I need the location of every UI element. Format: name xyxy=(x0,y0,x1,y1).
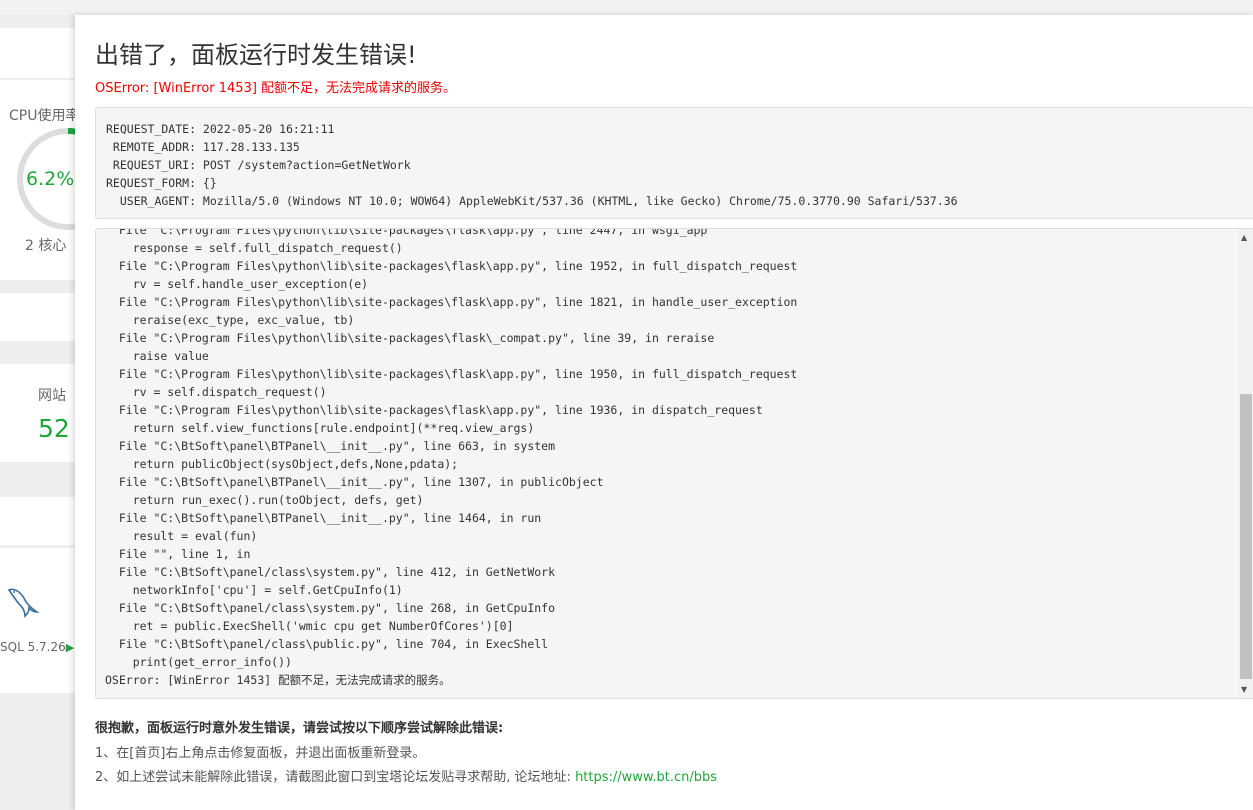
request-form: REQUEST_FORM: {} xyxy=(106,176,217,190)
traceback-scrollbar[interactable]: ▲ ▼ xyxy=(1238,229,1253,698)
cpu-usage-value: 6.2% xyxy=(26,168,75,190)
traceback-line: File "C:\BtSoft\panel\BTPanel\__init__.p… xyxy=(105,511,542,525)
mysql-version-label[interactable]: SQL 5.7.26▶ xyxy=(0,640,74,654)
traceback-line: rv = self.dispatch_request() xyxy=(105,385,327,399)
mysql-version-text: SQL 5.7.26 xyxy=(0,640,66,654)
remote-addr: REMOTE_ADDR: 117.28.133.135 xyxy=(106,140,300,154)
top-bar xyxy=(0,0,1253,14)
cpu-cores-label: 2 核心 xyxy=(25,238,67,254)
traceback-line: File "C:\BtSoft\panel\BTPanel\__init__.p… xyxy=(105,439,556,453)
error-message: OSError: [WinError 1453] 配额不足，无法完成请求的服务。 xyxy=(95,81,457,96)
request-uri: REQUEST_URI: POST /system?action=GetNetW… xyxy=(106,158,411,172)
user-agent: USER_AGENT: Mozilla/5.0 (Windows NT 10.0… xyxy=(106,194,958,208)
request-info-box: REQUEST_DATE: 2022-05-20 16:21:11 REMOTE… xyxy=(95,107,1253,219)
traceback-line: File "C:\Program Files\python\lib\site-p… xyxy=(105,403,763,417)
traceback-line: rv = self.handle_user_exception(e) xyxy=(105,277,369,291)
scrollbar-thumb[interactable] xyxy=(1240,394,1252,679)
dashboard-card xyxy=(0,28,76,78)
forum-link[interactable]: https://www.bt.cn/bbs xyxy=(575,770,717,785)
dashboard-card xyxy=(0,497,76,545)
site-label: 网站 xyxy=(38,388,66,404)
help-step-1: 1、在[首页]右上角点击修复面板，并退出面板重新登录。 xyxy=(95,746,426,761)
request-date: REQUEST_DATE: 2022-05-20 16:21:11 xyxy=(106,122,335,136)
traceback-line: File "C:\BtSoft\panel/class\system.py", … xyxy=(105,601,556,615)
help-title: 很抱歉，面板运行时意外发生错误，请尝试按以下顺序尝试解除此错误: xyxy=(95,721,504,736)
error-panel: 出错了，面板运行时发生错误! OSError: [WinError 1453] … xyxy=(75,15,1253,810)
traceback-line: File "C:\BtSoft\panel\BTPanel\__init__.p… xyxy=(105,475,604,489)
traceback-line: networkInfo['cpu'] = self.GetCpuInfo(1) xyxy=(105,583,403,597)
site-card[interactable] xyxy=(0,364,76,462)
scroll-down-arrow-icon[interactable]: ▼ xyxy=(1241,685,1247,694)
error-title: 出错了，面板运行时发生错误! xyxy=(95,41,417,69)
traceback-line: ret = public.ExecShell('wmic cpu get Num… xyxy=(105,619,514,633)
play-icon[interactable]: ▶ xyxy=(66,641,74,654)
traceback-line: File "C:\Program Files\python\lib\site-p… xyxy=(105,259,798,273)
site-count[interactable]: 52 xyxy=(38,414,70,443)
cpu-usage-title: CPU使用率 xyxy=(9,108,79,124)
traceback-text: File "C:\Program Files\python\lib\site-p… xyxy=(105,228,798,689)
dashboard-card xyxy=(0,293,76,341)
traceback-line: return self.view_functions[rule.endpoint… xyxy=(105,421,535,435)
traceback-line: return publicObject(sysObject,defs,None,… xyxy=(105,457,459,471)
traceback-line: OSError: [WinError 1453] 配额不足，无法完成请求的服务。 xyxy=(105,673,451,687)
traceback-line: File "C:\Program Files\python\lib\site-p… xyxy=(105,367,798,381)
mysql-dolphin-icon[interactable] xyxy=(3,582,43,622)
traceback-line: File "C:\Program Files\python\lib\site-p… xyxy=(105,295,798,309)
traceback-line: File "C:\Program Files\python\lib\site-p… xyxy=(105,331,715,345)
help-step-2: 2、如上述尝试未能解除此错误，请截图此窗口到宝塔论坛发贴寻求帮助, 论坛地址: … xyxy=(95,766,717,785)
traceback-line: File "", line 1, in xyxy=(105,547,251,561)
help-step-2-text: 2、如上述尝试未能解除此错误，请截图此窗口到宝塔论坛发贴寻求帮助, 论坛地址: xyxy=(95,770,576,785)
traceback-line: response = self.full_dispatch_request() xyxy=(105,241,403,255)
traceback-line: result = eval(fun) xyxy=(105,529,258,543)
traceback-line: print(get_error_info()) xyxy=(105,655,292,669)
traceback-line: File "C:\BtSoft\panel/class\system.py", … xyxy=(105,565,556,579)
traceback-line: File "C:\BtSoft\panel/class\public.py", … xyxy=(105,637,549,651)
traceback-line: reraise(exc_type, exc_value, tb) xyxy=(105,313,355,327)
traceback-box[interactable]: File "C:\Program Files\python\lib\site-p… xyxy=(95,228,1253,699)
scroll-up-arrow-icon[interactable]: ▲ xyxy=(1241,233,1247,242)
traceback-line: return run_exec().run(toObject, defs, ge… xyxy=(105,493,424,507)
traceback-line: raise value xyxy=(105,349,209,363)
traceback-line: File "C:\Program Files\python\lib\site-p… xyxy=(105,228,708,237)
